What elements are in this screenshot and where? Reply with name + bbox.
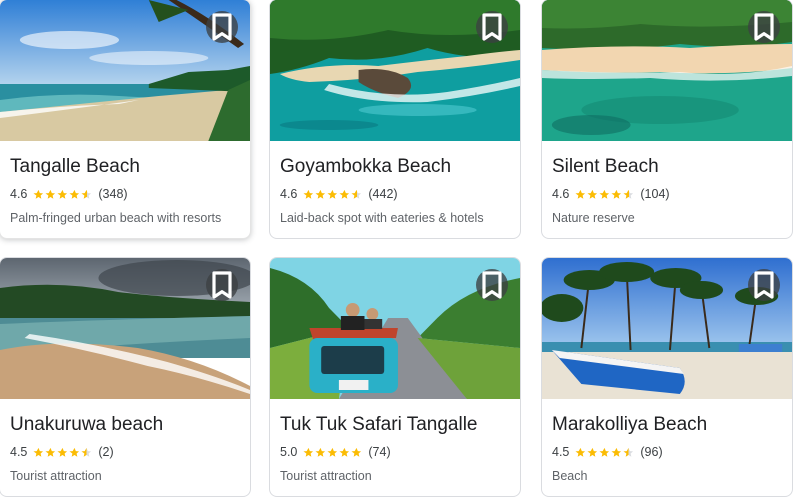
star-icon	[327, 189, 338, 199]
star-icon	[315, 189, 326, 199]
star-icon	[587, 189, 598, 199]
star-icon	[327, 447, 338, 457]
star-icon	[45, 189, 56, 199]
place-photo[interactable]	[0, 258, 250, 399]
bookmark-icon	[754, 13, 774, 41]
place-description: Tourist attraction	[280, 469, 372, 483]
star-rating	[33, 447, 93, 458]
review-count[interactable]: (96)	[640, 445, 662, 459]
star-rating	[575, 447, 635, 458]
place-card-unakuruwa-beach[interactable]: Unakuruwa beach 4.5 (2) Tourist attracti…	[0, 257, 251, 497]
rating-row: 4.5 (2)	[10, 445, 114, 459]
star-rating	[303, 189, 363, 200]
star-icon	[69, 447, 80, 457]
star-icon	[575, 447, 586, 457]
star-rating	[303, 447, 363, 458]
star-icon	[57, 189, 68, 199]
bookmark-icon	[482, 13, 502, 41]
star-icon	[303, 189, 314, 199]
star-icon	[339, 447, 350, 457]
save-button[interactable]	[206, 11, 238, 43]
star-icon	[623, 189, 634, 199]
rating-row: 4.5 (96)	[552, 445, 663, 459]
rating-value: 4.6	[280, 187, 298, 201]
place-photo[interactable]	[542, 258, 792, 399]
save-button[interactable]	[206, 269, 238, 301]
place-description: Laid-back spot with eateries & hotels	[280, 211, 484, 225]
place-photo[interactable]	[0, 0, 250, 141]
bookmark-icon	[482, 271, 502, 299]
rating-value: 4.5	[10, 445, 28, 459]
star-icon	[33, 447, 44, 457]
star-icon	[611, 447, 622, 457]
review-count[interactable]: (442)	[368, 187, 397, 201]
place-card-tuk-tuk-safari-tangalle[interactable]: Tuk Tuk Safari Tangalle 5.0 (74) Tourist…	[269, 257, 521, 497]
star-icon	[611, 189, 622, 199]
place-title[interactable]: Tuk Tuk Safari Tangalle	[280, 414, 478, 436]
rating-row: 4.6 (104)	[552, 187, 670, 201]
place-card-marakolliya-beach[interactable]: Marakolliya Beach 4.5 (96) Beach	[541, 257, 793, 497]
place-photo[interactable]	[270, 258, 520, 399]
star-icon	[623, 447, 634, 457]
place-title[interactable]: Silent Beach	[552, 156, 659, 178]
star-icon	[599, 189, 610, 199]
star-icon	[587, 447, 598, 457]
save-button[interactable]	[748, 269, 780, 301]
rating-value: 4.5	[552, 445, 570, 459]
bookmark-icon	[754, 271, 774, 299]
review-count[interactable]: (104)	[640, 187, 669, 201]
rating-row: 5.0 (74)	[280, 445, 391, 459]
place-title[interactable]: Unakuruwa beach	[10, 414, 163, 436]
star-rating	[575, 189, 635, 200]
review-count[interactable]: (348)	[98, 187, 127, 201]
place-card-goyambokka-beach[interactable]: Goyambokka Beach 4.6 (442) Laid-back spo…	[269, 0, 521, 239]
place-photo[interactable]	[542, 0, 792, 141]
place-photo[interactable]	[270, 0, 520, 141]
star-icon	[33, 189, 44, 199]
place-title[interactable]: Goyambokka Beach	[280, 156, 451, 178]
review-count[interactable]: (74)	[368, 445, 390, 459]
save-button[interactable]	[476, 269, 508, 301]
place-description: Tourist attraction	[10, 469, 102, 483]
star-icon	[351, 189, 362, 199]
star-icon	[351, 447, 362, 457]
star-icon	[315, 447, 326, 457]
star-icon	[575, 189, 586, 199]
bookmark-icon	[212, 271, 232, 299]
place-description: Beach	[552, 469, 588, 483]
star-icon	[81, 189, 92, 199]
star-icon	[81, 447, 92, 457]
star-icon	[599, 447, 610, 457]
place-description: Palm-fringed urban beach with resorts	[10, 211, 222, 225]
rating-value: 4.6	[552, 187, 570, 201]
star-rating	[33, 189, 93, 200]
save-button[interactable]	[748, 11, 780, 43]
place-card-silent-beach[interactable]: Silent Beach 4.6 (104) Nature reserve	[541, 0, 793, 239]
place-title[interactable]: Marakolliya Beach	[552, 414, 707, 436]
star-icon	[69, 189, 80, 199]
star-icon	[303, 447, 314, 457]
rating-value: 5.0	[280, 445, 298, 459]
rating-row: 4.6 (348)	[10, 187, 128, 201]
star-icon	[45, 447, 56, 457]
star-icon	[339, 189, 350, 199]
star-icon	[57, 447, 68, 457]
rating-value: 4.6	[10, 187, 28, 201]
place-card-tangalle-beach[interactable]: Tangalle Beach 4.6 (348) Palm-fringed ur…	[0, 0, 251, 239]
bookmark-icon	[212, 13, 232, 41]
place-description: Nature reserve	[552, 211, 635, 225]
save-button[interactable]	[476, 11, 508, 43]
rating-row: 4.6 (442)	[280, 187, 398, 201]
review-count[interactable]: (2)	[98, 445, 113, 459]
place-title[interactable]: Tangalle Beach	[10, 156, 140, 178]
